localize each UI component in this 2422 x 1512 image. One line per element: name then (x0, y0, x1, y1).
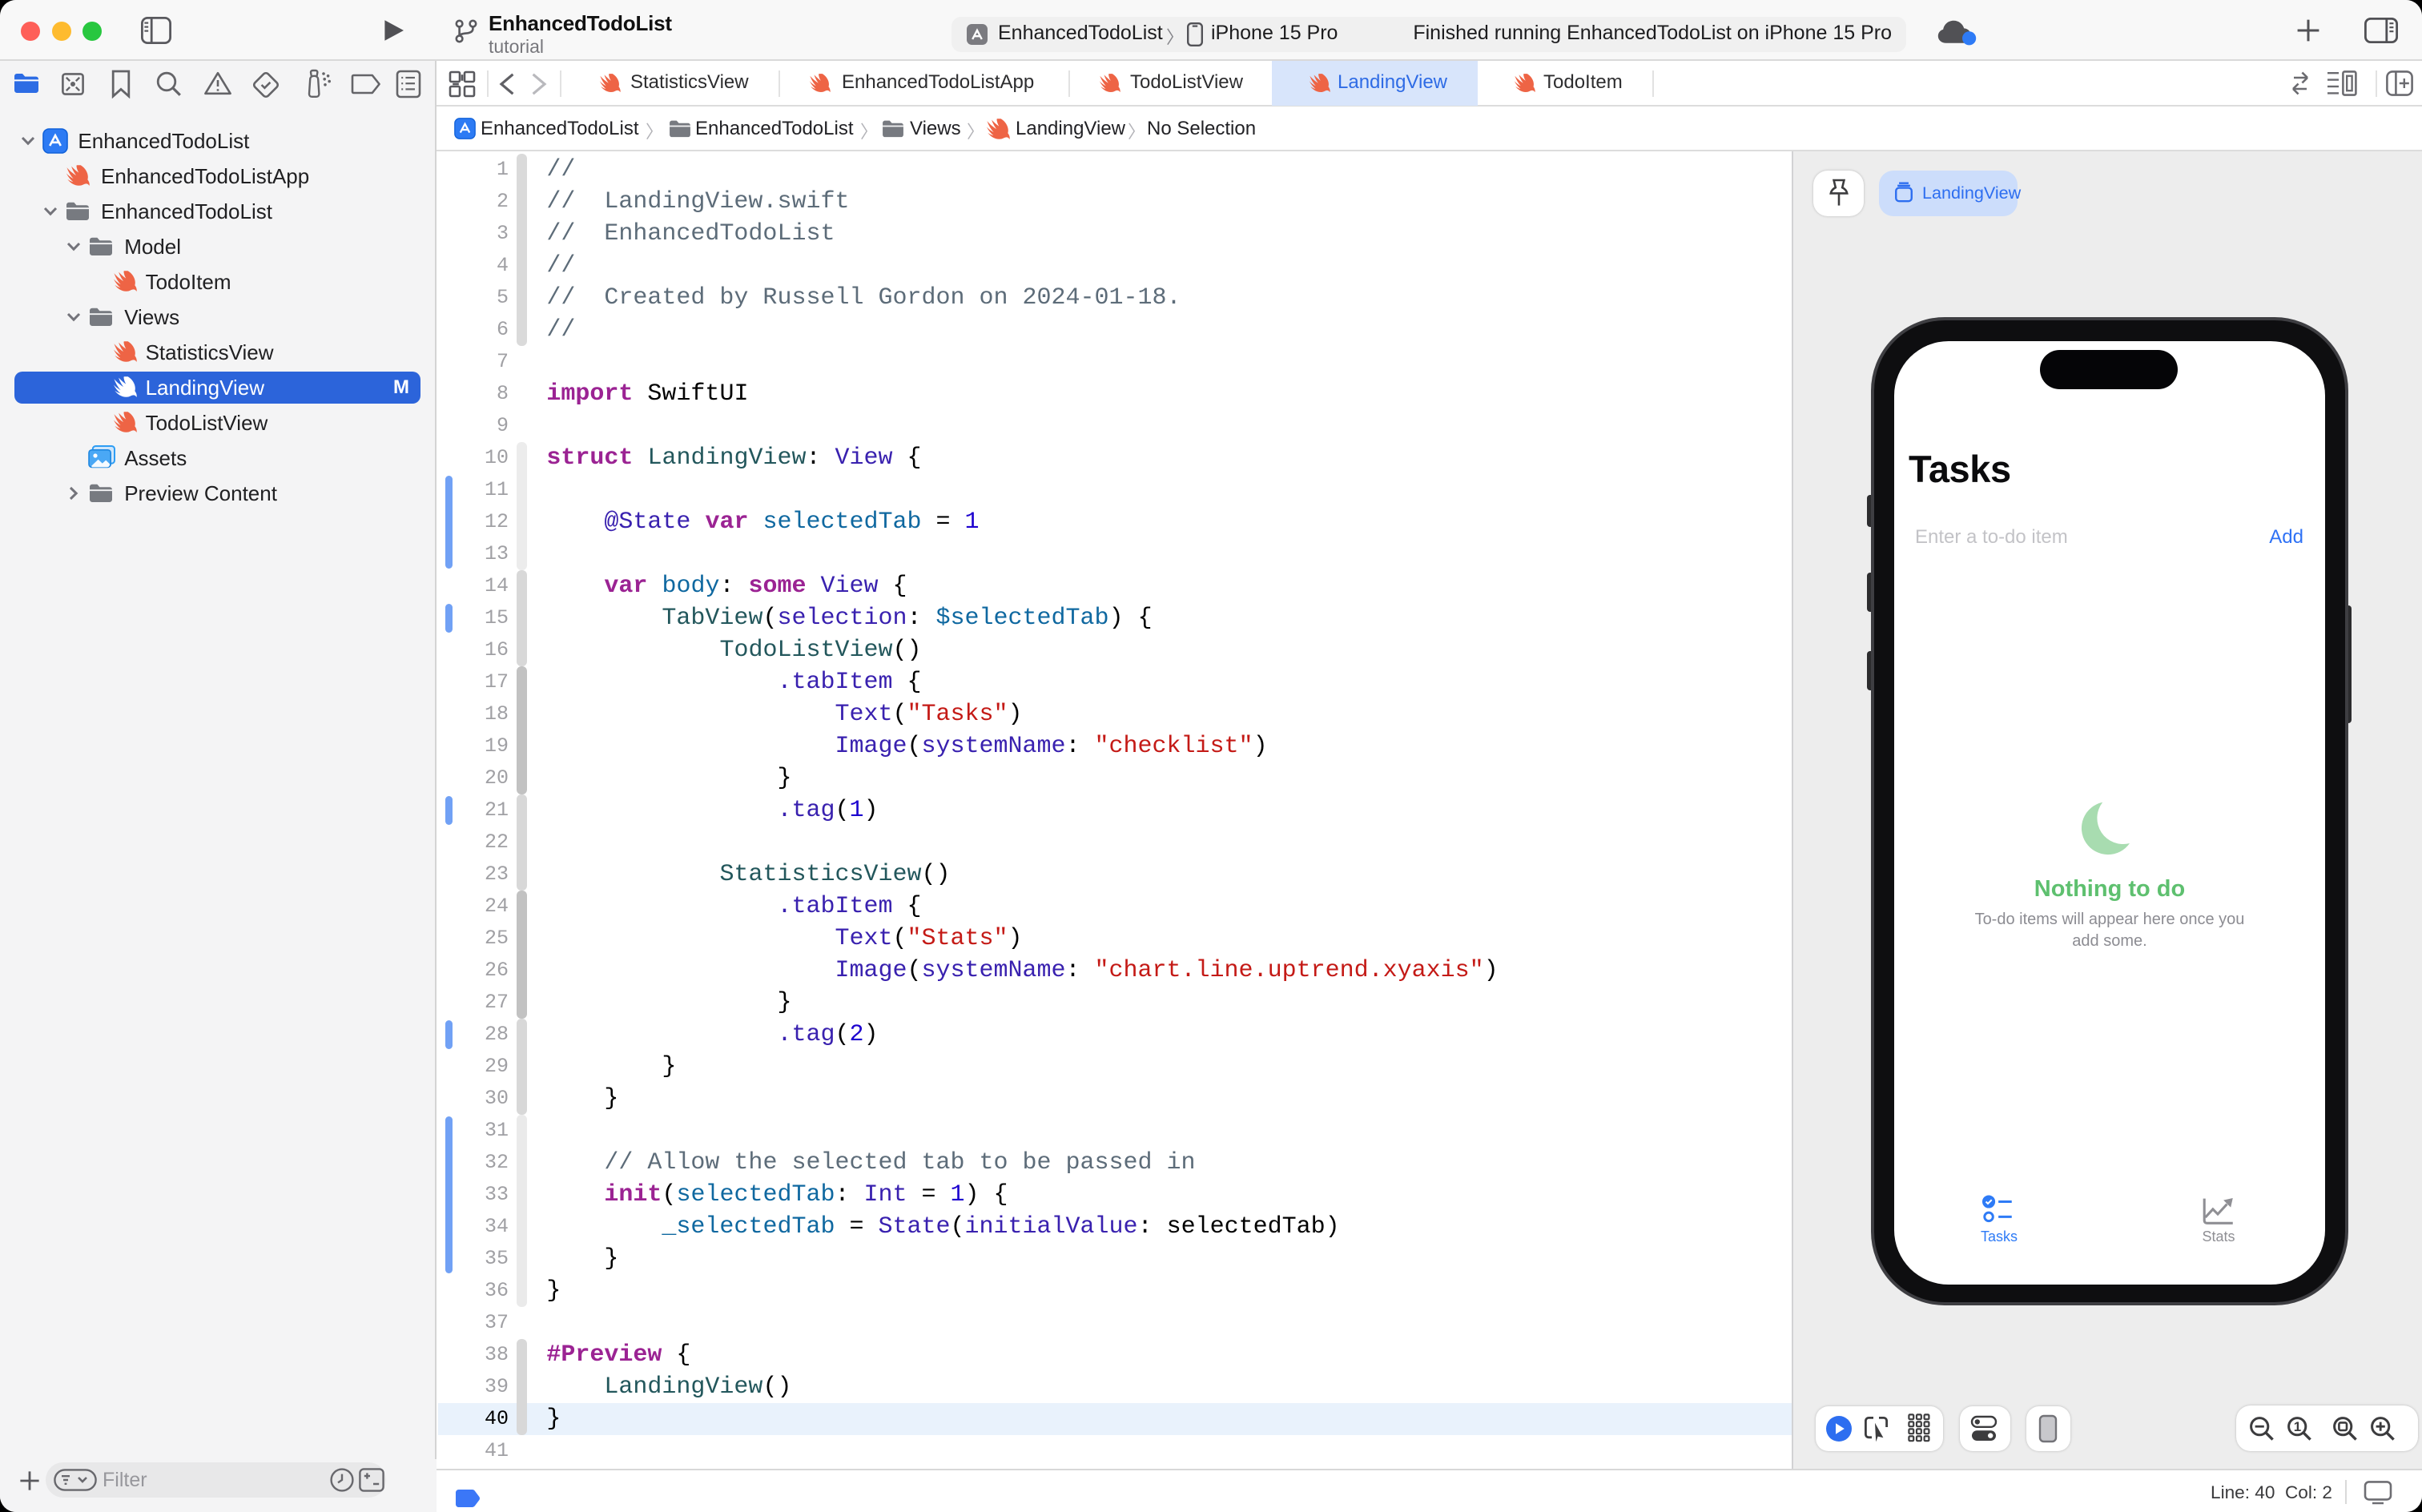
svg-text:1: 1 (2294, 1419, 2301, 1434)
